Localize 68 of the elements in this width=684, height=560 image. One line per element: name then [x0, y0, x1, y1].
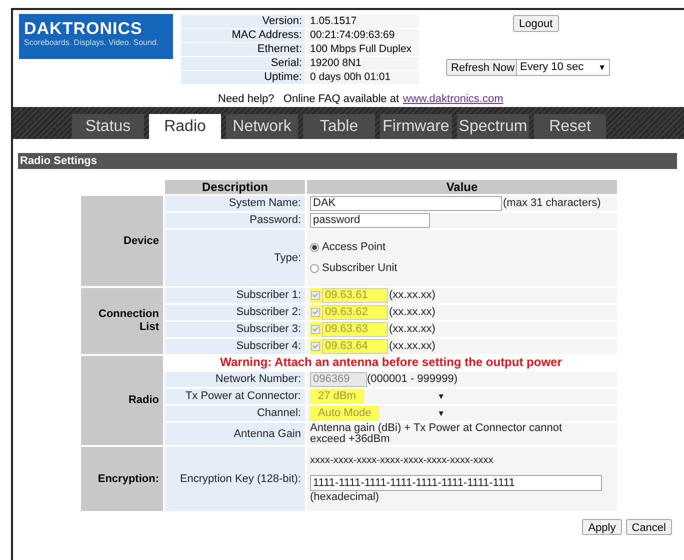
section-title: Radio Settings [18, 153, 677, 169]
dropdown-arrow-icon: ▼ [598, 62, 606, 74]
tab[interactable]: Reset [534, 114, 606, 139]
logout-button[interactable]: Logout [513, 15, 559, 32]
info-text: Antenna gain (dBi) + Tx Power at Connector cannot exceed +36dBm [310, 423, 564, 445]
field-hint: (xx.xx.xx) [389, 306, 436, 319]
column-header: Description [165, 180, 305, 194]
field-hint: (xx.xx.xx) [389, 289, 436, 302]
info-label: Ethernet: [181, 43, 305, 56]
group-label: Radio [128, 394, 159, 406]
text-input[interactable]: 1111-1111-1111-1111-1111-1111-1111-1111 [310, 475, 602, 491]
radio-button[interactable] [310, 243, 319, 252]
dropdown-arrow-icon: ▼ [437, 407, 445, 420]
field-label: Network Number: [215, 373, 301, 385]
tab[interactable]: Spectrum [457, 114, 529, 139]
info-value: 0 days 00h 01:01 [306, 71, 419, 84]
radio-button[interactable] [310, 264, 319, 273]
field-label: Subscriber 1: [236, 289, 301, 301]
help-text: Need help? Online FAQ available at [218, 92, 400, 108]
refresh-interval-select[interactable]: Every 10 sec ▼ [516, 59, 610, 76]
tab[interactable]: Status [72, 114, 144, 139]
checkbox[interactable] [311, 325, 320, 334]
checkbox[interactable] [311, 308, 320, 317]
field-label: System Name: [228, 197, 301, 209]
logo-tagline: Scoreboards. Displays. Video. Sound. [24, 38, 160, 48]
checkbox[interactable] [311, 291, 320, 300]
warning-text: Warning: Attach an antenna before setting the output power [220, 355, 562, 369]
tab[interactable]: Firmware [380, 114, 452, 139]
text-input[interactable]: password [310, 213, 430, 228]
field-label: Subscriber 2: [236, 306, 301, 318]
option-label: Subscriber Unit [322, 262, 398, 275]
logo-wordmark: DAKTRONICS [24, 20, 144, 38]
field-label: Antenna Gain [234, 428, 301, 440]
column-header: Value [307, 180, 617, 194]
group-label: Connection List [98, 308, 159, 333]
key-format-text: xxxx-xxxx-xxxx-xxxx-xxxx-xxxx-xxxx-xxxx [310, 454, 494, 467]
info-label: Uptime: [181, 71, 305, 84]
dropdown-arrow-icon: ▼ [437, 390, 445, 403]
field-hint: (hexadecimal) [310, 491, 380, 504]
field-label: Tx Power at Connector: [185, 390, 301, 402]
info-value: 19200 8N1 [306, 57, 419, 70]
info-value: 00:21:74:09:63:69 [306, 29, 419, 42]
option-label: Access Point [322, 241, 386, 254]
info-label: MAC Address: [181, 29, 305, 42]
info-label: Serial: [181, 57, 305, 70]
field-label: Subscriber 3: [236, 323, 301, 335]
text-input[interactable]: DAK [310, 196, 502, 211]
form-button[interactable]: Apply [582, 519, 622, 535]
faq-link[interactable]: www.daktronics.com [403, 91, 504, 108]
form-button[interactable]: Cancel [626, 519, 672, 535]
field-label: Encryption Key (128-bit): [180, 472, 301, 484]
info-value: 100 Mbps Full Duplex [306, 43, 419, 56]
field-label: Type: [274, 252, 301, 264]
tab[interactable]: Network [226, 114, 298, 139]
field-hint: (xx.xx.xx) [389, 340, 436, 353]
info-value: 1.05.1517 [306, 15, 419, 28]
field-label: Channel: [256, 407, 301, 419]
checkbox[interactable] [311, 342, 320, 351]
field-hint: (xx.xx.xx) [389, 323, 436, 336]
field-label: Subscriber 4: [236, 340, 301, 352]
tab[interactable]: Table [303, 114, 375, 139]
info-label: Version: [181, 15, 305, 28]
field-hint: (max 31 characters) [503, 197, 601, 210]
tab[interactable]: Radio [149, 114, 221, 139]
field-label: Password: [250, 214, 301, 226]
group-label: Device [124, 234, 159, 246]
group-label: Encryption: [98, 472, 159, 484]
field-hint: (000001 - 999999) [367, 373, 458, 386]
